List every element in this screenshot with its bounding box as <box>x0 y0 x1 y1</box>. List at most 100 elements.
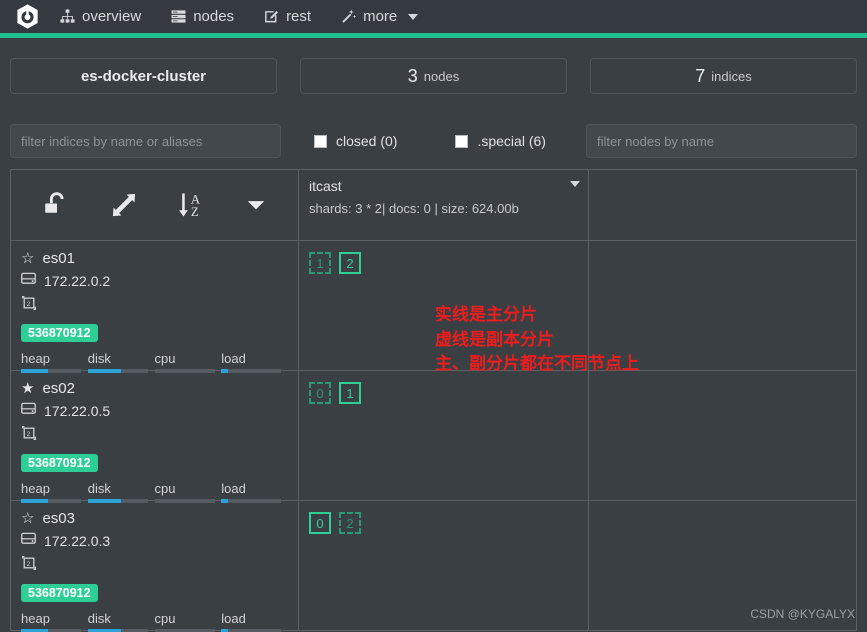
shard-primary[interactable]: 1 <box>339 382 361 404</box>
node-ip-line: 172.22.0.3 <box>21 532 288 550</box>
filter-row: closed (0) .special (6) <box>0 94 867 158</box>
nav-label-overview: overview <box>82 8 142 25</box>
metric-disk: disk <box>87 351 155 373</box>
metric-load-label: load <box>221 611 246 626</box>
nav-item-overview[interactable]: overview <box>45 0 156 33</box>
metric-load-label: load <box>221 481 246 496</box>
metric-heap: heap <box>21 351 88 373</box>
table-row: ☆ es01 172.22.0.2 2 536870912 heap disk … <box>10 240 857 373</box>
indices-count-card[interactable]: 7 indices <box>590 58 857 94</box>
checkbox-closed[interactable]: closed (0) <box>314 133 397 149</box>
svg-text:2: 2 <box>27 301 31 308</box>
empty-cell-es02 <box>588 370 857 501</box>
nav-item-more[interactable]: more <box>326 0 433 33</box>
sitemap-icon <box>60 9 75 24</box>
node-ip: 172.22.0.2 <box>44 273 111 289</box>
node-cell-es01: ☆ es01 172.22.0.2 2 536870912 heap disk … <box>10 240 299 373</box>
cerebro-hexagon-logo[interactable] <box>9 2 45 32</box>
nav-item-nodes[interactable]: nodes <box>156 0 249 33</box>
node-ip-line: 172.22.0.5 <box>21 402 288 420</box>
shard-replica[interactable]: 1 <box>309 252 331 274</box>
node-role-line: 2 <box>21 425 288 446</box>
expand-arrows-icon[interactable] <box>110 191 138 219</box>
metric-heap: heap <box>21 611 88 632</box>
nav-label-more: more <box>363 8 398 25</box>
filter-checkbox-group: closed (0) .special (6) <box>304 133 563 149</box>
index-header-cell: itcast shards: 3 * 2| docs: 0 | size: 62… <box>298 169 589 241</box>
index-header-itcast: itcast shards: 3 * 2| docs: 0 | size: 62… <box>299 170 588 240</box>
cluster-grid: A Z itcast shards: 3 * 2| docs: 0 | size… <box>0 158 867 632</box>
metric-disk-label: disk <box>87 611 111 626</box>
node-cell-es02: ★ es02 172.22.0.5 2 536870912 heap disk … <box>10 370 299 503</box>
shard-list: 1 2 <box>309 252 578 274</box>
metric-heap-label: heap <box>21 351 50 366</box>
node-memory-badge: 536870912 <box>21 584 98 602</box>
cluster-name-card[interactable]: es-docker-cluster <box>10 58 277 94</box>
shard-replica[interactable]: 0 <box>309 382 331 404</box>
nav-item-rest[interactable]: rest <box>249 0 326 33</box>
index-meta: shards: 3 * 2| docs: 0 | size: 624.00b <box>309 201 519 216</box>
checkbox-special-box[interactable] <box>455 134 469 148</box>
checkbox-special[interactable]: .special (6) <box>455 133 546 149</box>
nodes-count-value: 3 <box>407 65 418 86</box>
node-memory-badge: 536870912 <box>21 324 98 342</box>
shard-replica[interactable]: 2 <box>339 512 361 534</box>
shard-cell-es03: 0 2 <box>298 500 589 631</box>
sort-alpha-down-icon[interactable]: A Z <box>177 190 207 220</box>
filter-indices-input[interactable] <box>10 124 281 158</box>
top-navbar: overview nodes rest more <box>0 0 867 38</box>
cluster-name-value: es-docker-cluster <box>80 67 207 85</box>
node-name-line: ☆ es03 <box>21 510 288 527</box>
node-metrics: heap disk cpu load <box>21 481 288 503</box>
star-filled-icon: ★ <box>21 380 35 397</box>
metric-cpu: cpu <box>154 481 222 503</box>
metric-cpu-label: cpu <box>154 611 176 626</box>
metric-disk: disk <box>87 481 155 503</box>
metric-heap-label: heap <box>21 481 50 496</box>
node-metrics: heap disk cpu load <box>21 611 288 632</box>
index-options-chevron-down-icon[interactable] <box>570 181 580 187</box>
node-ip-line: 172.22.0.2 <box>21 272 288 290</box>
checkbox-closed-box[interactable] <box>314 134 327 148</box>
toolbar-cell: A Z <box>10 169 299 241</box>
node-role-line: 2 <box>21 555 288 576</box>
metric-load-label: load <box>221 351 246 366</box>
metric-heap-label: heap <box>21 611 50 626</box>
chevron-down-icon <box>408 13 419 20</box>
node-name: es03 <box>42 510 75 527</box>
hdd-icon <box>21 532 36 550</box>
edit-square-icon <box>264 9 279 24</box>
shard-primary[interactable]: 0 <box>309 512 331 534</box>
node-memory-badge: 536870912 <box>21 454 98 472</box>
node-name: es02 <box>42 380 75 397</box>
metric-cpu: cpu <box>154 351 222 373</box>
shard-list: 0 2 <box>309 512 578 534</box>
nav-label-rest: rest <box>286 8 312 25</box>
metric-heap: heap <box>21 481 88 503</box>
table-row: ☆ es03 172.22.0.3 2 536870912 heap disk … <box>10 500 857 632</box>
server-icon <box>171 9 186 24</box>
node-role-line: 2 <box>21 295 288 316</box>
hdd-icon <box>21 272 36 290</box>
checkbox-special-label: .special (6) <box>477 133 546 149</box>
node-name-line: ☆ es01 <box>21 250 288 267</box>
data-node-icon: 2 <box>21 425 37 446</box>
indices-count-label: indices <box>711 68 752 84</box>
watermark: CSDN @KYGALYX <box>750 607 855 621</box>
star-outline-icon: ☆ <box>21 250 35 267</box>
shard-primary[interactable]: 2 <box>339 252 361 274</box>
nodes-count-label: nodes <box>423 68 460 84</box>
metric-load: load <box>221 351 288 373</box>
node-ip: 172.22.0.5 <box>44 403 111 419</box>
metric-disk-label: disk <box>87 351 111 366</box>
table-row: ★ es02 172.22.0.5 2 536870912 heap disk … <box>10 370 857 503</box>
nodes-count-card[interactable]: 3 nodes <box>300 58 567 94</box>
filter-nodes-input[interactable] <box>586 124 857 158</box>
shard-cell-es01: 1 2 <box>298 240 589 371</box>
unlock-icon[interactable] <box>42 190 72 220</box>
data-node-icon: 2 <box>21 555 37 576</box>
svg-text:2: 2 <box>27 561 31 568</box>
metric-load: load <box>221 611 288 632</box>
chevron-down-icon[interactable] <box>245 194 267 216</box>
metric-disk: disk <box>87 611 155 632</box>
